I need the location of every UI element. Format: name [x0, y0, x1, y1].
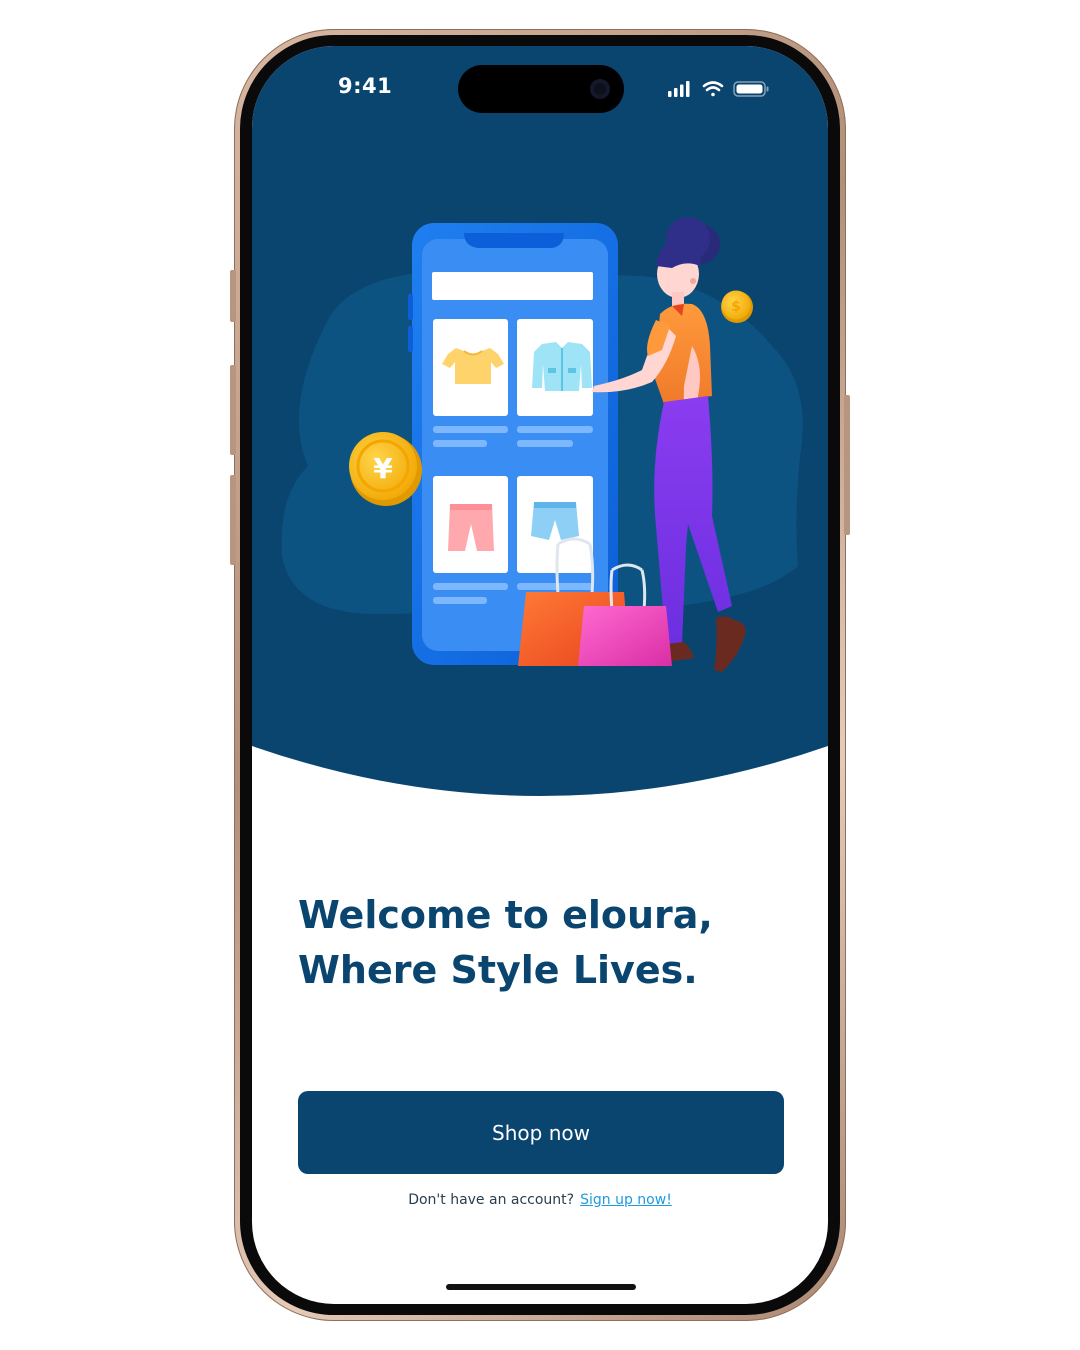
welcome-headline: Welcome to eloura, Where Style Lives. — [298, 888, 798, 998]
dollar-coin-icon: $ — [721, 290, 753, 323]
battery-icon — [733, 81, 769, 97]
dollar-glyph: $ — [731, 299, 741, 315]
volume-down-button — [230, 475, 236, 565]
home-indicator[interactable] — [446, 1284, 636, 1290]
volume-up-button — [230, 365, 236, 455]
signup-link[interactable]: Sign up now! — [580, 1192, 672, 1208]
jacket-icon — [532, 342, 592, 391]
headline-line-2: Where Style Lives. — [298, 948, 698, 992]
shop-now-label: Shop now — [492, 1120, 590, 1145]
yen-glyph: ¥ — [373, 452, 393, 485]
no-account-text: Don't have an account? — [408, 1192, 575, 1208]
status-time: 9:41 — [338, 74, 393, 98]
power-button — [844, 395, 850, 535]
shop-now-button[interactable]: Shop now — [298, 1091, 784, 1174]
dynamic-island — [458, 65, 624, 113]
front-camera-icon — [590, 79, 610, 99]
cellular-signal-icon — [668, 81, 690, 97]
app-screen: ¥ $ 9:41 Welcome to eloura, Where Style … — [252, 46, 828, 1304]
signup-prompt: Don't have an account? Sign up now! — [252, 1192, 828, 1208]
woman-shopping-on-phone-illustration: ¥ $ — [252, 217, 828, 846]
headline-line-1: Welcome to eloura, — [298, 893, 713, 937]
action-button — [230, 270, 236, 322]
status-icons — [668, 81, 769, 97]
wifi-icon — [702, 81, 724, 97]
